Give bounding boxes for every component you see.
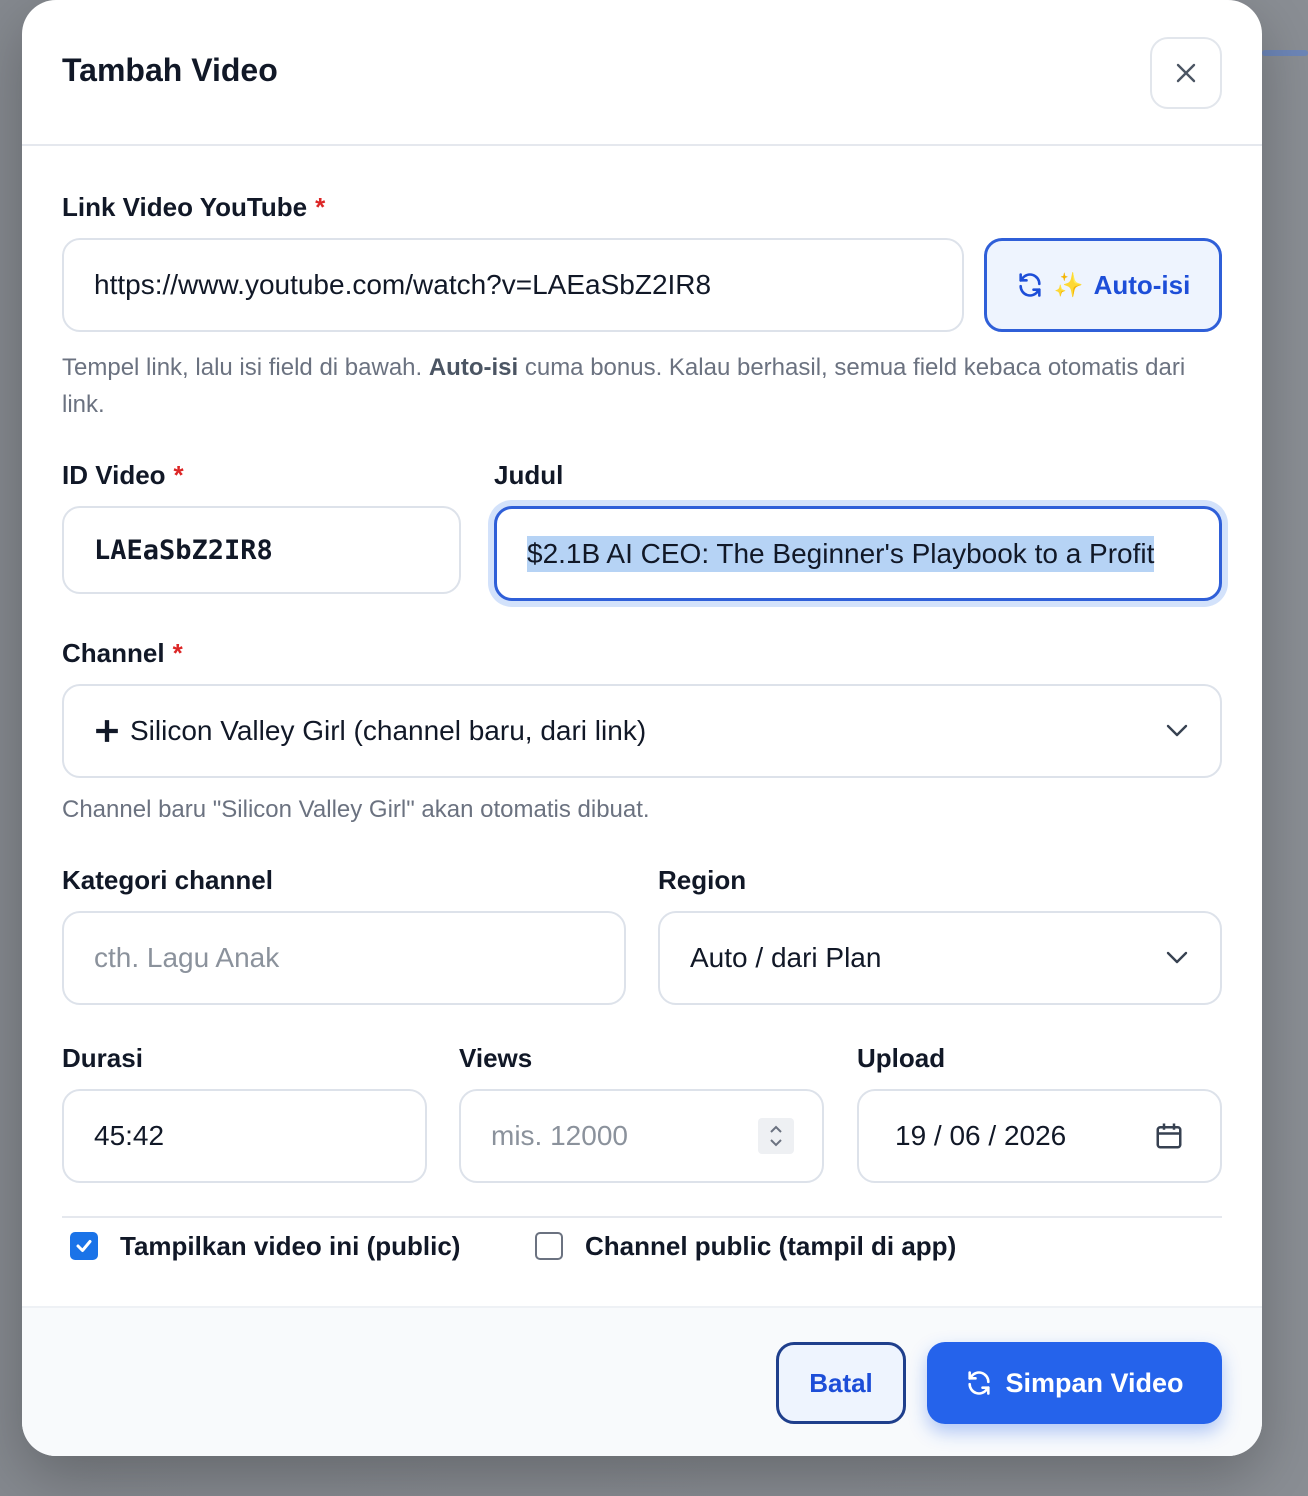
youtube-link-value: https://www.youtube.com/watch?v=LAEaSbZ2…: [94, 269, 712, 300]
close-icon: [1176, 63, 1196, 83]
add-video-modal: Tambah Video Link Video YouTube * https:/…: [22, 0, 1262, 1456]
link-help-part1: Tempel link, lalu isi field di bawah.: [62, 354, 429, 381]
youtube-link-input[interactable]: https://www.youtube.com/watch?v=LAEaSbZ2…: [62, 238, 964, 332]
public-video-option[interactable]: Tampilkan video ini (public): [70, 1226, 460, 1266]
category-label: Kategori channel: [62, 865, 273, 895]
views-placeholder: mis. 12000: [491, 1120, 628, 1151]
public-channel-label: Channel public (tampil di app): [585, 1230, 957, 1261]
chevron-down-icon: [1166, 724, 1188, 737]
calendar-icon[interactable]: [1154, 1121, 1184, 1151]
video-id-label: ID Video *: [62, 460, 184, 491]
plus-icon: [96, 720, 118, 742]
save-video-label: Simpan Video: [1005, 1367, 1184, 1398]
save-video-button[interactable]: Simpan Video: [927, 1342, 1222, 1424]
required-mark: *: [315, 192, 326, 222]
category-placeholder: cth. Lagu Anak: [94, 942, 280, 973]
required-mark: *: [173, 460, 184, 490]
link-label: Link Video YouTube *: [62, 192, 325, 223]
category-input[interactable]: cth. Lagu Anak: [62, 911, 626, 1005]
region-selected-value: Auto / dari Plan: [690, 942, 882, 973]
divider: [62, 1216, 1222, 1218]
chevron-down-icon: [1166, 951, 1188, 964]
link-label-text: Link Video YouTube: [62, 192, 308, 222]
upload-label: Upload: [857, 1043, 946, 1073]
channel-select[interactable]: Silicon Valley Girl (channel baru, dari …: [62, 684, 1222, 778]
refresh-icon: [1019, 273, 1041, 297]
video-id-label-text: ID Video: [62, 460, 166, 490]
link-help-bold: Auto-isi: [428, 354, 519, 381]
duration-input[interactable]: 45:42: [62, 1089, 427, 1183]
background-accent: [1262, 50, 1308, 56]
check-icon: [76, 1240, 92, 1252]
title-input[interactable]: $2.1B AI CEO: The Beginner's Playbook to…: [494, 506, 1222, 601]
public-channel-option[interactable]: Channel public (tampil di app): [535, 1226, 956, 1266]
required-mark: *: [172, 638, 183, 668]
modal-header: Tambah Video: [22, 0, 1262, 146]
channel-selected-value: Silicon Valley Girl (channel baru, dari …: [130, 715, 647, 746]
close-button[interactable]: [1150, 37, 1222, 109]
upload-date-value: 19 / 06 / 2026: [895, 1120, 1067, 1151]
public-channel-checkbox[interactable]: [535, 1232, 563, 1260]
region-label: Region: [658, 865, 747, 895]
autofill-label: Auto-isi: [1093, 269, 1191, 300]
upload-date-input[interactable]: 19 / 06 / 2026: [857, 1089, 1222, 1183]
spinner-arrows-icon: [770, 1125, 782, 1147]
views-input[interactable]: mis. 12000: [459, 1089, 824, 1183]
duration-value: 45:42: [94, 1120, 165, 1151]
autofill-button[interactable]: ✨ Auto-isi: [984, 238, 1222, 332]
region-select[interactable]: Auto / dari Plan: [658, 911, 1222, 1005]
sparkles-icon: ✨: [1053, 271, 1084, 299]
link-help-text: Tempel link, lalu isi field di bawah. Au…: [62, 349, 1222, 423]
number-spinner[interactable]: [758, 1118, 794, 1154]
refresh-icon: [968, 1371, 991, 1395]
title-label: Judul: [494, 460, 564, 490]
video-id-value: LAEaSbZ2IR8: [94, 534, 273, 566]
public-video-checkbox[interactable]: [70, 1232, 98, 1260]
views-label: Views: [459, 1043, 533, 1073]
modal-title: Tambah Video: [62, 52, 278, 88]
duration-label: Durasi: [62, 1043, 143, 1073]
cancel-button[interactable]: Batal: [776, 1342, 906, 1424]
title-value: $2.1B AI CEO: The Beginner's Playbook to…: [527, 535, 1155, 572]
video-id-input[interactable]: LAEaSbZ2IR8: [62, 506, 461, 594]
channel-label-text: Channel: [62, 638, 165, 668]
channel-label: Channel *: [62, 638, 183, 669]
channel-help-text: Channel baru "Silicon Valley Girl" akan …: [62, 796, 650, 823]
modal-footer: Batal Simpan Video: [22, 1306, 1262, 1456]
public-video-label: Tampilkan video ini (public): [120, 1230, 461, 1261]
